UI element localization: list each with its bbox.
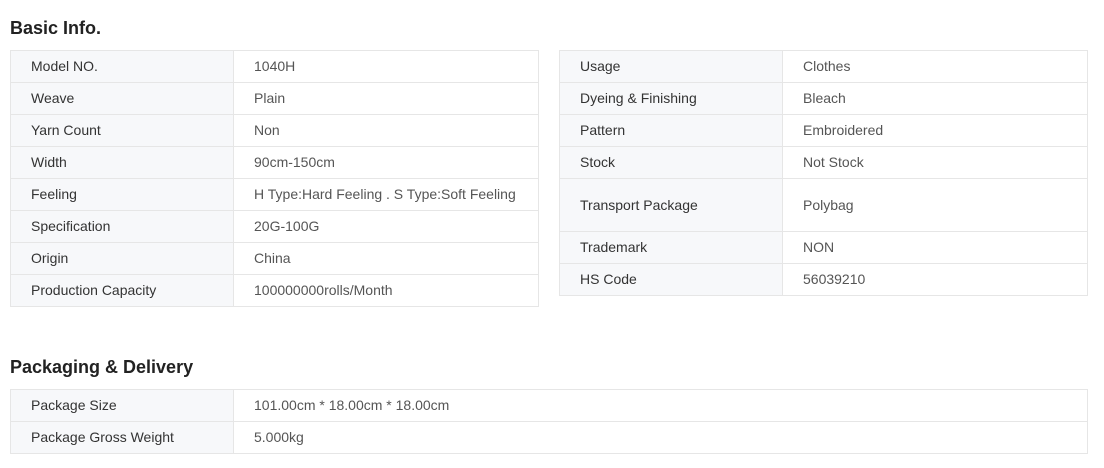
spec-value: China	[233, 242, 539, 275]
basic-info-table-left: Model NO. 1040H Weave Plain Yarn Count N…	[10, 50, 539, 307]
spec-value: Embroidered	[782, 114, 1088, 147]
spec-value: 20G-100G	[233, 210, 539, 243]
packaging-delivery-title: Packaging & Delivery	[10, 357, 194, 377]
spec-value: 90cm-150cm	[233, 146, 539, 179]
spec-row: Transport Package Polybag	[559, 178, 1088, 232]
spec-value: 56039210	[782, 263, 1088, 296]
basic-info-table-right: Usage Clothes Dyeing & Finishing Bleach …	[559, 50, 1088, 296]
basic-info-title: Basic Info.	[10, 18, 102, 38]
spec-row: Production Capacity 100000000rolls/Month	[10, 274, 539, 307]
spec-value: 101.00cm * 18.00cm * 18.00cm	[233, 389, 1088, 422]
spec-row: HS Code 56039210	[559, 263, 1088, 296]
spec-row: Package Size 101.00cm * 18.00cm * 18.00c…	[10, 389, 1088, 422]
spec-value: H Type:Hard Feeling . S Type:Soft Feelin…	[233, 178, 539, 211]
spec-key: Pattern	[559, 114, 783, 147]
spec-row: Dyeing & Finishing Bleach	[559, 82, 1088, 115]
spec-value: Polybag	[782, 178, 1088, 232]
spec-key: Usage	[559, 50, 783, 83]
spec-key: Package Gross Weight	[10, 421, 234, 454]
spec-key: Transport Package	[559, 178, 783, 232]
spec-row: Usage Clothes	[559, 50, 1088, 83]
spec-key: Specification	[10, 210, 234, 243]
spec-row: Package Gross Weight 5.000kg	[10, 421, 1088, 454]
spec-value: Plain	[233, 82, 539, 115]
spec-value: 100000000rolls/Month	[233, 274, 539, 307]
spec-value: Clothes	[782, 50, 1088, 83]
spec-row: Trademark NON	[559, 231, 1088, 264]
spec-key: Production Capacity	[10, 274, 234, 307]
spec-row: Specification 20G-100G	[10, 210, 539, 243]
packaging-table: Package Size 101.00cm * 18.00cm * 18.00c…	[10, 389, 1088, 454]
spec-row: Feeling H Type:Hard Feeling . S Type:Sof…	[10, 178, 539, 211]
spec-key: Feeling	[10, 178, 234, 211]
spec-row: Width 90cm-150cm	[10, 146, 539, 179]
spec-key: Stock	[559, 146, 783, 179]
spec-key: Weave	[10, 82, 234, 115]
spec-key: Trademark	[559, 231, 783, 264]
spec-row: Pattern Embroidered	[559, 114, 1088, 147]
spec-key: Width	[10, 146, 234, 179]
spec-key: HS Code	[559, 263, 783, 296]
spec-row: Stock Not Stock	[559, 146, 1088, 179]
spec-value: NON	[782, 231, 1088, 264]
spec-value: Not Stock	[782, 146, 1088, 179]
spec-value: 5.000kg	[233, 421, 1088, 454]
spec-value: Non	[233, 114, 539, 147]
spec-key: Dyeing & Finishing	[559, 82, 783, 115]
spec-key: Model NO.	[10, 50, 234, 83]
spec-row: Model NO. 1040H	[10, 50, 539, 83]
spec-key: Package Size	[10, 389, 234, 422]
spec-key: Yarn Count	[10, 114, 234, 147]
spec-value: Bleach	[782, 82, 1088, 115]
spec-row: Weave Plain	[10, 82, 539, 115]
spec-key: Origin	[10, 242, 234, 275]
spec-row: Yarn Count Non	[10, 114, 539, 147]
spec-row: Origin China	[10, 242, 539, 275]
spec-value: 1040H	[233, 50, 539, 83]
